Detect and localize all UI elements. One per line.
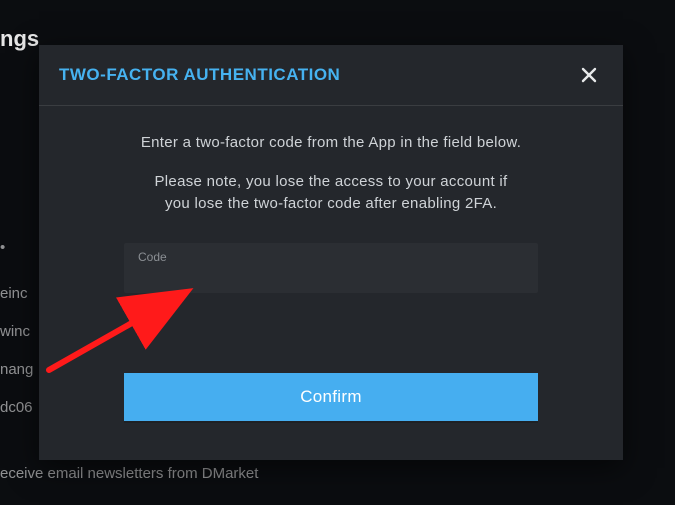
bg-text-fragment: nang bbox=[0, 360, 33, 380]
modal-title: TWO-FACTOR AUTHENTICATION bbox=[59, 65, 340, 85]
two-factor-auth-modal: TWO-FACTOR AUTHENTICATION Enter a two-fa… bbox=[39, 45, 623, 460]
close-icon bbox=[581, 67, 597, 83]
bg-text-fragment: • bbox=[0, 238, 5, 258]
code-input[interactable] bbox=[124, 243, 538, 293]
modal-header: TWO-FACTOR AUTHENTICATION bbox=[39, 45, 623, 106]
bg-newsletter-text: eceive email newsletters from DMarket bbox=[0, 464, 258, 484]
bg-text-fragment: dc06 bbox=[0, 398, 33, 418]
code-field-container: Code bbox=[124, 243, 538, 293]
close-button[interactable] bbox=[577, 63, 601, 87]
page-heading-fragment: ngs bbox=[0, 26, 39, 52]
instruction-text-2: Please note, you lose the access to your… bbox=[69, 171, 593, 215]
bg-text-fragment: winc bbox=[0, 322, 30, 342]
confirm-button[interactable]: Confirm bbox=[124, 373, 538, 421]
instruction-text-1: Enter a two-factor code from the App in … bbox=[69, 134, 593, 151]
instruction-text-2b: you lose the two-factor code after enabl… bbox=[165, 195, 497, 212]
modal-body: Enter a two-factor code from the App in … bbox=[39, 106, 623, 421]
instruction-text-2a: Please note, you lose the access to your… bbox=[155, 173, 508, 190]
bg-text-fragment: einc bbox=[0, 284, 28, 304]
